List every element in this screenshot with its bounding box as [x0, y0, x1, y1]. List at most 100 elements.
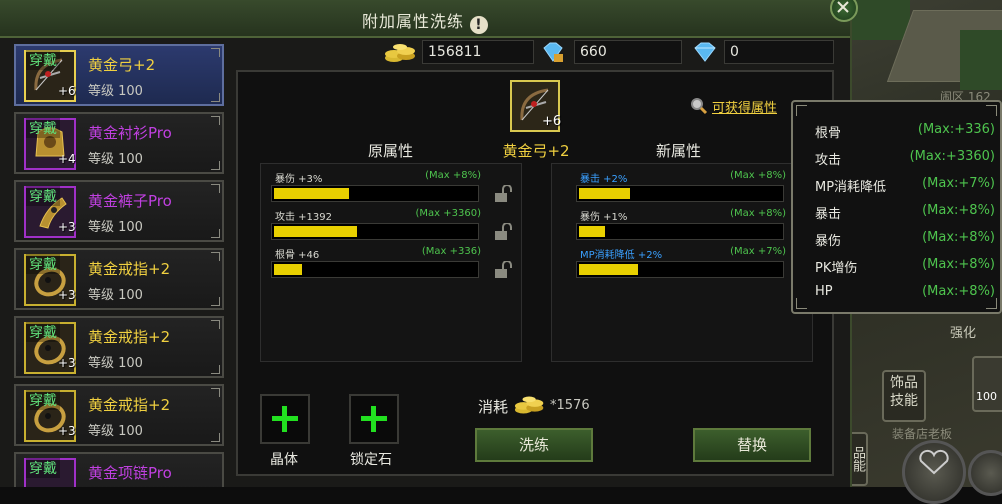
frame-corner: [211, 320, 220, 329]
lock-stone-label: 锁定石: [350, 452, 392, 468]
info-icon[interactable]: !: [470, 16, 488, 34]
magnifier-icon: [691, 98, 708, 115]
attribute-name: PK增伤: [815, 261, 858, 276]
attribute-bar-fill: [274, 264, 302, 275]
new-attributes-box: 暴击 +2% (Max +8%) 暴伤 +1% (Max +8%) MP消耗降低…: [551, 163, 813, 362]
heart-action-button[interactable]: [902, 440, 966, 504]
selected-enhance-level: +6: [542, 114, 562, 129]
diamond-amount: 0: [724, 40, 834, 64]
enhance-level: +3: [58, 356, 76, 370]
attribute-bar: [271, 223, 479, 240]
title-bar: 附加属性洗练!: [0, 0, 850, 38]
frame-corner: [211, 93, 220, 102]
locked-diamond-icon: [543, 42, 563, 62]
original-attributes-title: 原属性: [368, 142, 414, 160]
attribute-bar: [576, 261, 784, 278]
frame-corner: [796, 105, 807, 116]
item-name: 黄金戒指+2: [88, 328, 171, 346]
new-attributes-title: 新属性: [656, 142, 702, 160]
list-item[interactable]: 穿戴 +3 黄金戒指+2 等级 100: [14, 384, 224, 446]
item-level: 等级 100: [88, 424, 143, 439]
diamond-icon: [694, 42, 716, 62]
frame-corner: [986, 105, 997, 116]
action-button[interactable]: [968, 450, 1002, 496]
shop-npc-label: 装备店老板: [892, 427, 953, 441]
equipped-badge: 穿戴: [26, 322, 60, 342]
gold-coins-icon: [385, 44, 415, 62]
frame-corner: [211, 161, 220, 170]
skill-slot[interactable]: 100: [972, 356, 1002, 412]
frame-corner: [211, 297, 220, 306]
frame-corner: [211, 365, 220, 374]
attribute-max: (Max +8%): [730, 208, 786, 219]
crystal-label: 晶体: [270, 452, 298, 468]
attribute-name: 暴击: [815, 207, 842, 222]
attribute-max: (Max:+3360): [909, 149, 995, 164]
refine-button[interactable]: 洗练: [475, 428, 593, 462]
frame-corner: [211, 388, 220, 397]
frame-corner: [211, 184, 220, 193]
heart-icon: [919, 449, 949, 475]
enhance-label[interactable]: 强化: [950, 322, 976, 341]
gold-coins-icon: [514, 396, 544, 414]
equipped-badge: 穿戴: [26, 458, 60, 478]
cost-value: *1576: [550, 398, 590, 413]
item-level: 等级 100: [88, 288, 143, 303]
cost-label: 消耗: [478, 398, 509, 416]
attribute-label: 暴击 +2%: [580, 174, 628, 185]
item-level: 等级 100: [88, 84, 143, 99]
accessory-skill-button[interactable]: 饰品技能: [882, 370, 926, 422]
attribute-max: (Max +3360): [415, 208, 481, 219]
lock-stone-slot[interactable]: [349, 394, 399, 444]
frame-corner: [986, 298, 997, 309]
enhance-level: +3: [58, 220, 76, 234]
unlock-icon[interactable]: [494, 223, 516, 241]
unlock-icon[interactable]: [494, 185, 516, 203]
skill-slot-count: 100: [976, 390, 997, 403]
list-item[interactable]: 穿戴 +3 黄金裤子Pro 等级 100: [14, 180, 224, 242]
list-item[interactable]: 穿戴 +4 黄金衬衫Pro 等级 100: [14, 112, 224, 174]
item-name: 黄金戒指+2: [88, 396, 171, 414]
obtainable-attributes-tooltip: 根骨 (Max:+336) 攻击 (Max:+3360) MP消耗降低 (Max:+7…: [791, 100, 1002, 314]
attribute-max: (Max +8%): [730, 170, 786, 181]
equipped-badge: 穿戴: [26, 254, 60, 274]
window-title-text: 附加属性洗练: [361, 12, 464, 31]
frame-corner: [211, 48, 220, 57]
frame-corner: [796, 298, 807, 309]
equipment-list[interactable]: 穿戴 +6 黄金弓+2 等级 100 穿戴 +4 黄金衬衫Pro 等级 100 …: [14, 40, 228, 487]
attribute-name: 暴伤: [815, 234, 842, 249]
replace-button[interactable]: 替换: [693, 428, 811, 462]
plus-icon: [361, 406, 387, 432]
frame-corner: [211, 433, 220, 442]
list-item[interactable]: 穿戴 +3 黄金戒指+2 等级 100: [14, 248, 224, 310]
item-name: 黄金弓+2: [88, 56, 156, 74]
item-name: 黄金项链Pro: [88, 464, 172, 482]
attribute-bar: [576, 185, 784, 202]
attribute-bar-fill: [579, 264, 638, 275]
list-item[interactable]: 穿戴 +3 黄金戒指+2 等级 100: [14, 316, 224, 378]
close-icon: [837, 1, 849, 13]
window-title: 附加属性洗练!: [0, 8, 850, 34]
frame-corner: [211, 252, 220, 261]
attribute-max: (Max:+8%): [922, 230, 995, 245]
attribute-max: (Max:+336): [917, 122, 995, 137]
attribute-bar: [271, 261, 479, 278]
attribute-max: (Max +8%): [425, 170, 481, 181]
attribute-max: (Max +336): [421, 246, 481, 257]
selected-item-name: 黄金弓+2: [502, 142, 570, 160]
list-item[interactable]: 穿戴 黄金项链Pro: [14, 452, 224, 487]
attribute-max: (Max:+8%): [922, 284, 995, 299]
attribute-label: MP消耗降低 +2%: [580, 250, 663, 261]
item-name: 黄金戒指+2: [88, 260, 171, 278]
equipped-badge: 穿戴: [26, 186, 60, 206]
item-level: 等级 100: [88, 152, 143, 167]
obtainable-attributes-link[interactable]: 可获得属性: [712, 97, 777, 116]
crystal-slot[interactable]: [260, 394, 310, 444]
attribute-name: MP消耗降低: [815, 180, 887, 195]
unlock-icon[interactable]: [494, 261, 516, 279]
equipped-badge: 穿戴: [26, 390, 60, 410]
attribute-bar: [576, 223, 784, 240]
list-item[interactable]: 穿戴 +6 黄金弓+2 等级 100: [14, 44, 224, 106]
equipped-badge: 穿戴: [26, 118, 60, 138]
scene-grass: [960, 30, 1002, 90]
